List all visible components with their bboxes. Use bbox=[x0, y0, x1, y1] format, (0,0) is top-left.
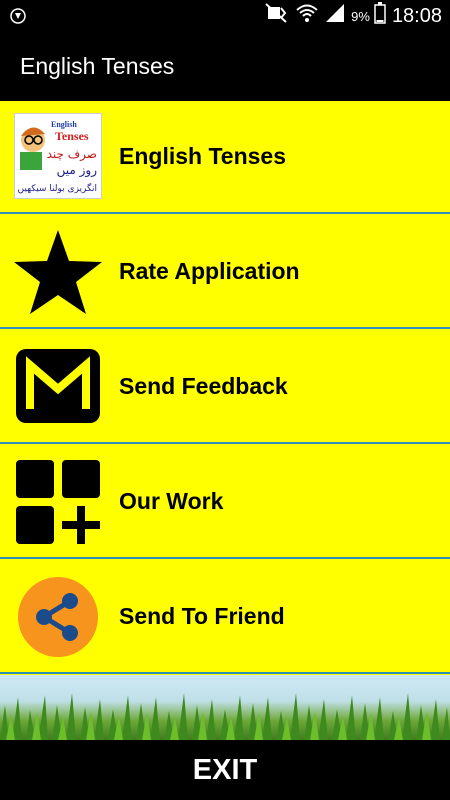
logo-urdu-line3: انگریزی بولنا سیکھیں bbox=[18, 182, 97, 194]
logo-title: English bbox=[51, 120, 77, 129]
main-menu: English Tenses صرف چند روز میں انگریزی ب… bbox=[0, 101, 450, 675]
mute-icon bbox=[265, 3, 289, 29]
menu-item-send-feedback[interactable]: Send Feedback bbox=[0, 331, 450, 444]
menu-item-label: English Tenses bbox=[119, 143, 287, 169]
grass-decoration bbox=[0, 675, 450, 740]
status-bar: 9% 18:08 bbox=[0, 0, 450, 33]
wifi-icon bbox=[295, 3, 319, 29]
menu-item-label: Our Work bbox=[119, 488, 224, 514]
battery-percent: 9% bbox=[351, 8, 370, 24]
signal-icon bbox=[325, 3, 345, 29]
app-bar: English Tenses bbox=[0, 33, 450, 101]
share-icon bbox=[14, 573, 102, 661]
menu-item-rate-application[interactable]: Rate Application bbox=[0, 216, 450, 329]
logo-urdu-line2: روز میں bbox=[57, 163, 98, 178]
apps-grid-icon bbox=[14, 458, 102, 546]
exit-label: EXIT bbox=[192, 754, 258, 786]
logo-urdu-line1: صرف چند bbox=[47, 147, 97, 162]
menu-item-send-to-friend[interactable]: Send To Friend bbox=[0, 561, 450, 674]
menu-item-english-tenses[interactable]: English Tenses صرف چند روز میں انگریزی ب… bbox=[0, 101, 450, 214]
menu-item-label: Send Feedback bbox=[119, 373, 288, 399]
shield-icon bbox=[10, 8, 26, 24]
menu-item-label: Rate Application bbox=[119, 258, 300, 284]
app-logo-icon: English Tenses صرف چند روز میں انگریزی ب… bbox=[14, 113, 102, 199]
menu-item-our-work[interactable]: Our Work bbox=[0, 446, 450, 559]
logo-subtitle: Tenses bbox=[55, 129, 89, 143]
mail-icon bbox=[14, 343, 102, 431]
star-icon bbox=[14, 228, 102, 316]
clock: 18:08 bbox=[391, 4, 442, 27]
battery-icon bbox=[374, 2, 386, 30]
page-title: English Tenses bbox=[20, 53, 175, 79]
exit-button[interactable]: EXIT bbox=[0, 740, 450, 800]
menu-item-label: Send To Friend bbox=[119, 603, 285, 629]
